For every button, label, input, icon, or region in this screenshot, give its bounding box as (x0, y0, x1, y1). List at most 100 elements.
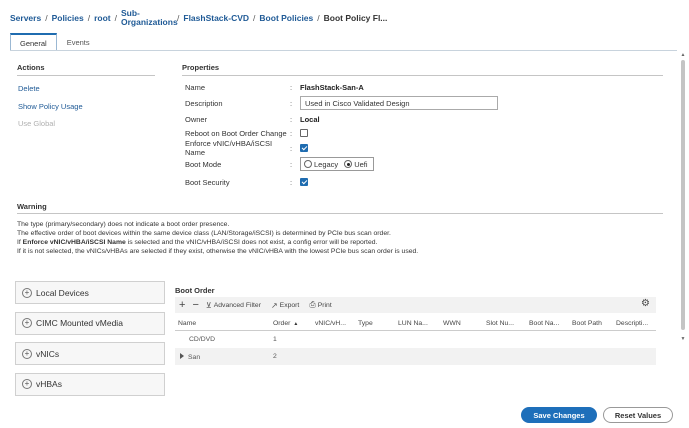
expand-triangle-icon[interactable] (180, 352, 184, 359)
filter-icon: ⊻ (205, 300, 212, 310)
enforce-row: Enforce vNIC/vHBA/iSCSI Name : (185, 139, 308, 157)
col-vnic[interactable]: vNIC/vH... (312, 320, 355, 327)
tab-events[interactable]: Events (57, 33, 100, 51)
breadcrumb-servers[interactable]: Servers (10, 13, 41, 23)
actions-rule (17, 75, 155, 76)
enforce-checkbox[interactable] (300, 144, 308, 152)
boot-security-row: Boot Security : (185, 175, 308, 189)
colon: : (290, 177, 293, 187)
warning-line-4: If it is not selected, the vNICs/vHBAs a… (17, 248, 419, 255)
col-type[interactable]: Type (355, 320, 395, 327)
cimc-vmedia-accordion[interactable]: + CIMC Mounted vMedia (15, 311, 165, 335)
col-order[interactable]: Order ▲ (270, 320, 312, 327)
remove-button[interactable]: − (192, 299, 198, 311)
warning-title: Warning (17, 202, 47, 211)
reset-values-button[interactable]: Reset Values (603, 407, 673, 423)
radio-uefi[interactable] (344, 160, 353, 168)
expand-plus-icon: + (22, 379, 32, 389)
col-slot-number[interactable]: Slot Nu... (483, 320, 526, 327)
row-name: San (188, 353, 201, 361)
show-policy-usage-link[interactable]: Show Policy Usage (18, 102, 148, 111)
export-label: Export (279, 301, 300, 309)
print-icon: ⎙ (309, 300, 316, 309)
breadcrumb-root[interactable]: root (94, 13, 111, 23)
advanced-filter-button[interactable]: ⊻ Advanced Filter (206, 301, 261, 310)
reboot-row: Reboot on Boot Order Change : (185, 126, 308, 140)
name-row: Name : FlashStack-San-A (185, 80, 364, 94)
add-button[interactable]: + (179, 299, 185, 311)
col-wwn[interactable]: WWN (440, 320, 483, 327)
scroll-thumb[interactable] (681, 60, 685, 330)
tab-general[interactable]: General (10, 33, 57, 51)
advanced-filter-label: Advanced Filter (213, 301, 261, 309)
colon: : (290, 114, 293, 124)
warning-rule (17, 213, 663, 214)
cimc-vmedia-label: CIMC Mounted vMedia (36, 318, 123, 328)
description-input[interactable] (300, 96, 498, 110)
warning-line-3: If Enforce vNIC/vHBA/iSCSI Name is selec… (17, 238, 657, 247)
enforce-label: Enforce vNIC/vHBA/iSCSI Name (185, 139, 273, 157)
breadcrumb-separator: / (45, 13, 48, 23)
table-row[interactable]: San 2 (175, 348, 656, 365)
boot-mode-uefi-option[interactable]: Uefi (344, 159, 368, 169)
breadcrumb-flashstack-cvd[interactable]: FlashStack-CVD (183, 13, 249, 23)
export-icon: ↗ (270, 300, 278, 310)
col-name[interactable]: Name (175, 320, 270, 327)
delete-link[interactable]: Delete (18, 84, 148, 93)
name-value: FlashStack-San-A (300, 82, 364, 92)
export-button[interactable]: ↗ Export (271, 301, 299, 310)
col-lun-name[interactable]: LUN Na... (395, 320, 440, 327)
warning-line-3-post: is selected and the vNIC/vHBA/iSCSI does… (125, 239, 378, 246)
breadcrumb-separator: / (177, 13, 180, 23)
breadcrumb-current: Boot Policy Fl... (323, 13, 388, 23)
boot-mode-legacy-option[interactable]: Legacy (304, 160, 338, 169)
breadcrumb-boot-policies[interactable]: Boot Policies (259, 13, 313, 23)
legacy-label: Legacy (314, 159, 339, 169)
description-label: Description (185, 98, 223, 108)
device-accordion: + Local Devices + CIMC Mounted vMedia + … (15, 281, 165, 403)
table-row[interactable]: CD/DVD 1 (175, 331, 656, 348)
breadcrumb-sub-organizations[interactable]: Sub- Organizations (121, 9, 178, 27)
warning-line-2: The effective order of boot devices with… (17, 230, 391, 237)
properties-title: Properties (182, 63, 220, 72)
breadcrumb-policies[interactable]: Policies (52, 13, 84, 23)
local-devices-accordion[interactable]: + Local Devices (15, 281, 165, 304)
row-order: 2 (273, 353, 277, 360)
reboot-label: Reboot on Boot Order Change (185, 128, 287, 138)
col-order-label: Order (273, 319, 291, 327)
breadcrumb: Servers / Policies / root / Sub- Organiz… (10, 7, 679, 29)
col-boot-name[interactable]: Boot Na... (526, 320, 569, 327)
properties-rule (182, 75, 663, 76)
boot-mode-radio-group: Legacy Uefi (300, 157, 374, 171)
sort-asc-icon: ▲ (293, 320, 299, 327)
owner-row: Owner : Local (185, 112, 320, 126)
col-description[interactable]: Descripti... (613, 320, 656, 327)
scroll-up-arrow-icon[interactable]: ▲ (680, 52, 686, 58)
col-boot-path[interactable]: Boot Path (569, 320, 613, 327)
local-devices-label: Local Devices (36, 287, 89, 298)
table-header: Name Order ▲ vNIC/vH... Type LUN Na... WW… (175, 316, 656, 331)
gear-icon[interactable]: ⚙ (641, 298, 650, 309)
colon: : (290, 159, 293, 169)
colon: : (290, 82, 293, 92)
expand-plus-icon: + (22, 318, 32, 328)
save-changes-button[interactable]: Save Changes (521, 407, 597, 423)
boot-security-checkbox[interactable] (300, 178, 308, 186)
description-row: Description : (185, 96, 498, 110)
breadcrumb-separator: / (317, 13, 320, 23)
row-name: CD/DVD (189, 336, 216, 343)
vhbas-label: vHBAs (36, 379, 62, 389)
print-button[interactable]: ⎙ Print (309, 300, 331, 310)
vertical-scrollbar[interactable]: ▲ ▼ (680, 52, 686, 342)
scroll-down-arrow-icon[interactable]: ▼ (680, 336, 686, 342)
row-order: 1 (273, 336, 277, 343)
vnics-accordion[interactable]: + vNICs (15, 342, 165, 365)
warning-line-1: The type (primary/secondary) does not in… (17, 221, 230, 228)
warning-line-3-bold: Enforce vNIC/vHBA/iSCSI Name (22, 239, 126, 246)
vhbas-accordion[interactable]: + vHBAs (15, 372, 165, 396)
radio-legacy[interactable] (304, 160, 312, 168)
actions-list: Delete Show Policy Usage Use Global (18, 84, 148, 137)
boot-order-table: Name Order ▲ vNIC/vH... Type LUN Na... WW… (175, 316, 656, 365)
reboot-checkbox[interactable] (300, 129, 308, 137)
uefi-label: Uefi (354, 159, 368, 169)
